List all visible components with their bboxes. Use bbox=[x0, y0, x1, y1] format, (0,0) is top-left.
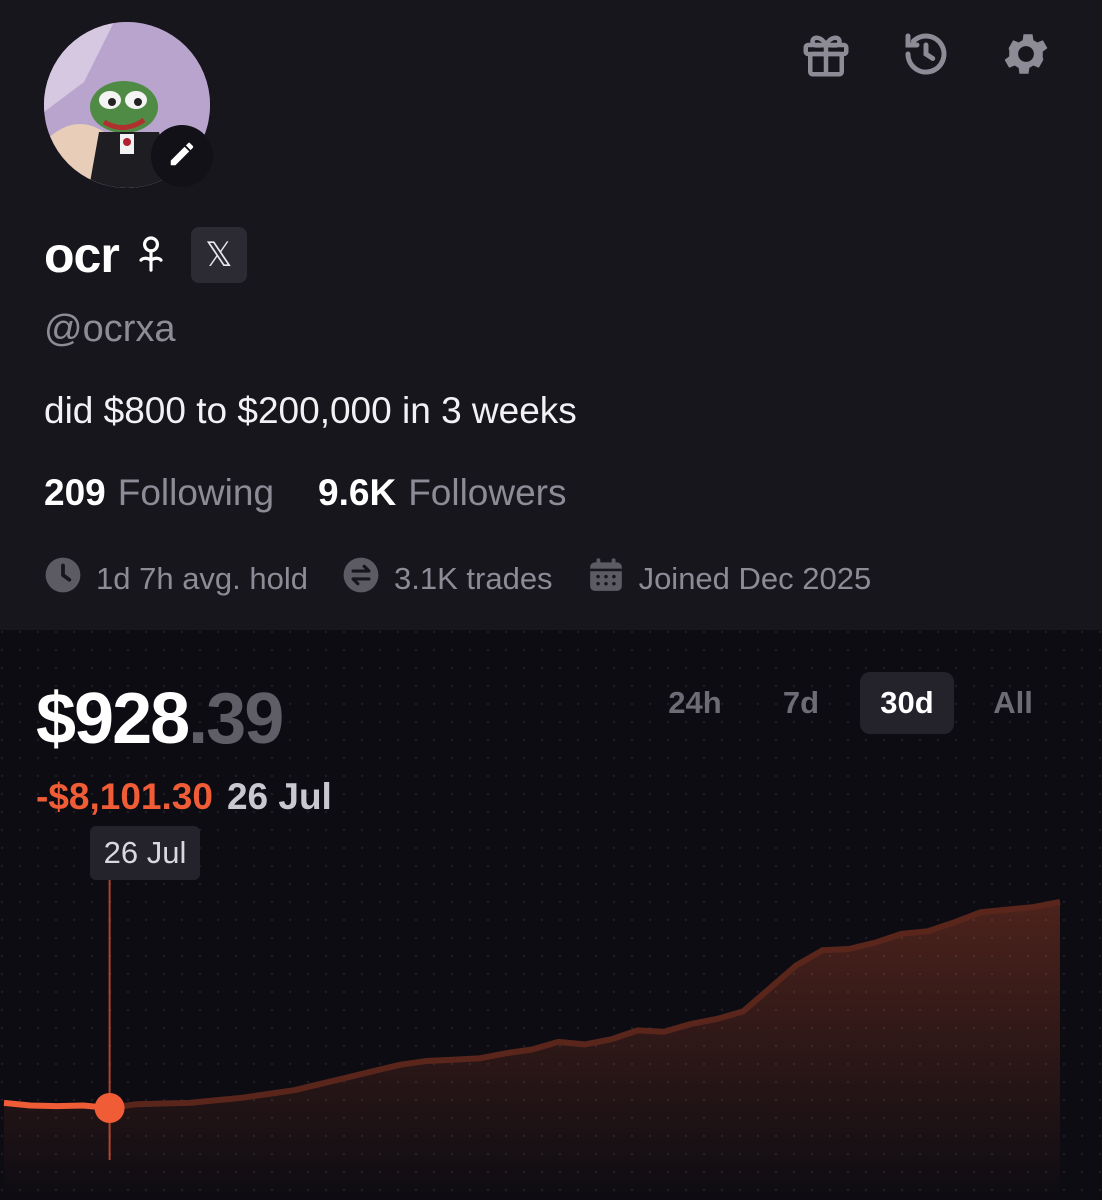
range-all[interactable]: All bbox=[966, 672, 1060, 734]
range-7d[interactable]: 7d bbox=[754, 672, 848, 734]
follow-stats: 209 Following 9.6K Followers bbox=[44, 472, 567, 514]
joined-text: Joined Dec 2025 bbox=[638, 561, 872, 596]
followers-count: 9.6K bbox=[318, 472, 397, 513]
swap-icon bbox=[342, 556, 380, 602]
portfolio-chart-section: $928.39 -$8,101.30 26 Jul 26 Jul 24h 7d … bbox=[0, 630, 1102, 1200]
history-icon bbox=[899, 27, 953, 86]
chart-line-past bbox=[3, 1099, 110, 1111]
portfolio-balance: $928.39 bbox=[36, 678, 284, 760]
trades-item: 3.1K trades bbox=[342, 556, 553, 602]
balance-change: -$8,101.30 bbox=[36, 776, 213, 817]
balance-whole: $928 bbox=[36, 679, 190, 759]
followers-link[interactable]: 9.6K Followers bbox=[318, 472, 566, 514]
settings-button[interactable] bbox=[998, 28, 1054, 84]
following-link[interactable]: 209 Following bbox=[44, 472, 274, 514]
edit-icon bbox=[167, 139, 197, 174]
following-label: Following bbox=[117, 472, 275, 513]
trades-text: 3.1K trades bbox=[394, 561, 553, 596]
display-name: ocr bbox=[44, 227, 120, 283]
edit-avatar-button[interactable] bbox=[151, 125, 213, 187]
avg-hold-item: 1d 7h avg. hold bbox=[44, 556, 308, 602]
balance-change-row: -$8,101.30 26 Jul bbox=[36, 776, 332, 818]
profile-header: ocr 𝕏 @ocrxa did $800 to $200,000 in 3 w… bbox=[0, 0, 1102, 630]
joined-item: Joined Dec 2025 bbox=[587, 556, 872, 602]
balance-cents: .39 bbox=[188, 679, 284, 759]
name-row: ocr 𝕏 bbox=[44, 226, 247, 284]
gear-icon bbox=[999, 27, 1053, 86]
calendar-icon bbox=[587, 556, 625, 602]
x-logo-icon: 𝕏 bbox=[205, 236, 233, 274]
x-profile-link[interactable]: 𝕏 bbox=[190, 227, 247, 283]
history-button[interactable] bbox=[898, 28, 954, 84]
user-bio: did $800 to $200,000 in 3 weeks bbox=[44, 390, 577, 431]
user-handle: @ocrxa bbox=[44, 308, 176, 350]
chart-tooltip: 26 Jul bbox=[90, 826, 200, 880]
avatar-container[interactable] bbox=[44, 22, 213, 188]
range-selector: 24h 7d 30d All bbox=[648, 672, 1060, 734]
range-30d[interactable]: 30d bbox=[860, 672, 954, 734]
gift-icon bbox=[799, 27, 853, 86]
chart-selected-point bbox=[94, 1093, 125, 1123]
followers-label: Followers bbox=[408, 472, 567, 513]
range-24h[interactable]: 24h bbox=[648, 672, 742, 734]
balance-change-date: 26 Jul bbox=[226, 776, 332, 817]
sprout-icon bbox=[133, 233, 169, 278]
top-actions bbox=[798, 28, 1054, 84]
following-count: 209 bbox=[44, 472, 106, 513]
clock-icon bbox=[44, 556, 82, 602]
avg-hold-text: 1d 7h avg. hold bbox=[96, 561, 309, 596]
gift-button[interactable] bbox=[798, 28, 854, 84]
profile-meta: 1d 7h avg. hold 3.1K trades Joined Dec 2… bbox=[44, 556, 871, 602]
